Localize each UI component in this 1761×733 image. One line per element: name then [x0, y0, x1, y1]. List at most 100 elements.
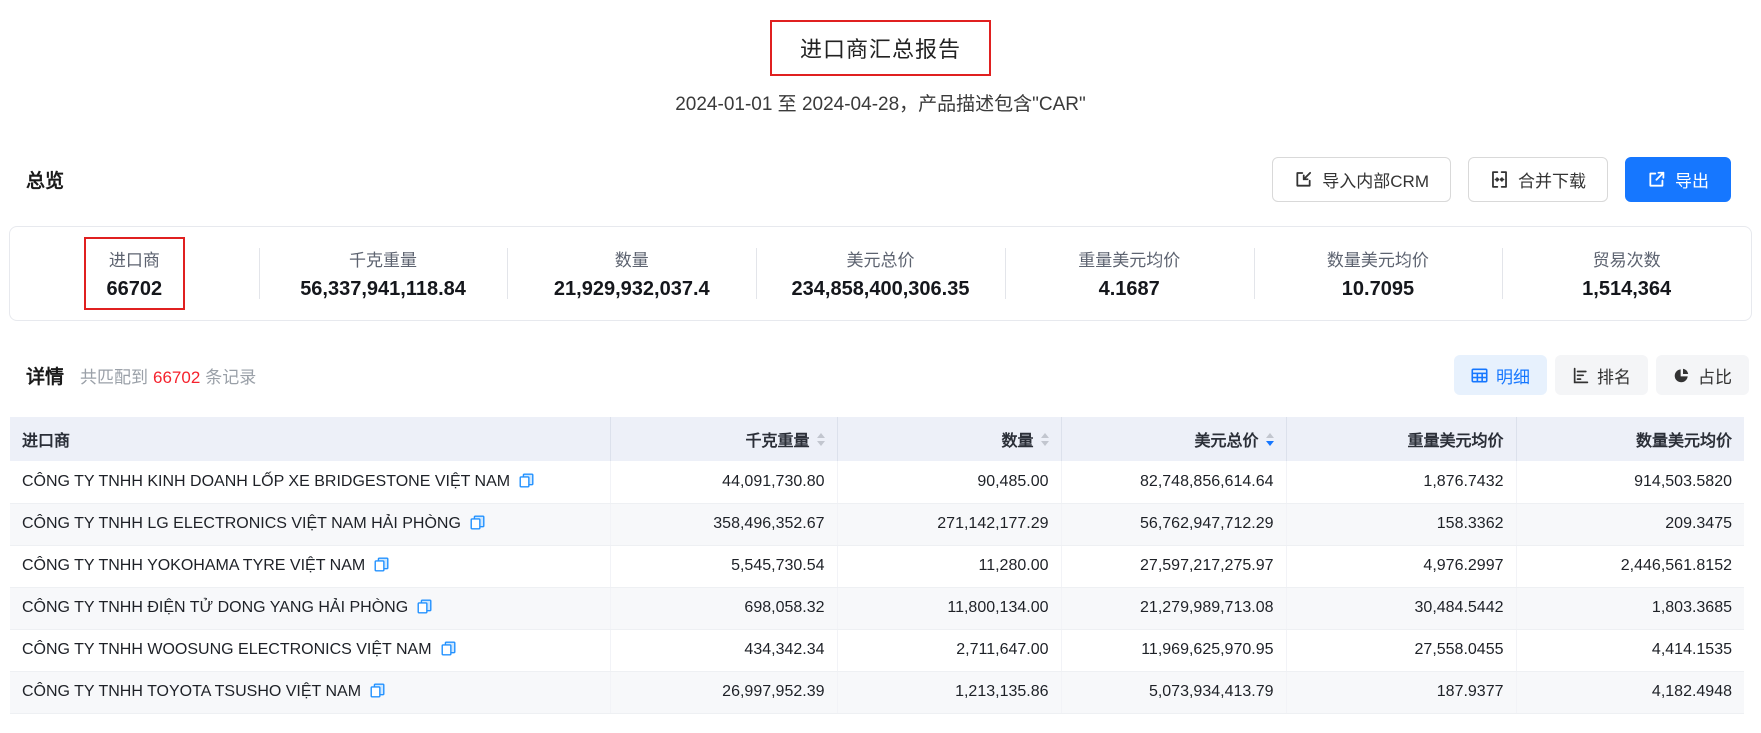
copy-icon[interactable] [441, 641, 456, 656]
col-label: 进口商 [22, 427, 70, 451]
quantity-cell: 90,485.00 [837, 461, 1061, 503]
importer-cell: CÔNG TY TNHH LG ELECTRONICS VIỆT NAM HẢI… [10, 503, 610, 545]
col-header-usd-per-qty: 数量美元均价 [1516, 417, 1744, 461]
sort-caret-icon [1041, 433, 1049, 446]
stat-label: 美元总价 [846, 246, 914, 271]
stat-label: 数量美元均价 [1327, 246, 1429, 271]
copy-icon[interactable] [374, 557, 389, 572]
match-count: 66702 [153, 368, 200, 387]
stat-trade-count: 贸易次数 1,514,364 [1502, 227, 1751, 320]
col-label: 数量 [1001, 427, 1033, 451]
usd-per-qty-cell: 914,503.5820 [1516, 461, 1744, 503]
merge-cells-icon [1490, 170, 1509, 189]
stat-value: 66702 [107, 278, 163, 301]
usd-per-weight-cell: 158.3362 [1286, 503, 1516, 545]
view-tabs: 明细 排名 占比 [1454, 355, 1749, 395]
table-grid-icon [1471, 367, 1488, 384]
import-crm-button[interactable]: 导入内部CRM [1272, 157, 1451, 202]
stat-label: 重量美元均价 [1078, 246, 1180, 271]
page-title: 进口商汇总报告 [800, 32, 961, 64]
stat-value: 4.1687 [1099, 278, 1160, 301]
importer-name: CÔNG TY TNHH YOKOHAMA TYRE VIỆT NAM [22, 557, 365, 574]
usd-total-cell: 5,073,934,413.79 [1061, 671, 1286, 713]
tab-proportion-label: 占比 [1698, 363, 1732, 388]
stat-value: 234,858,400,306.35 [792, 278, 970, 301]
tab-detail-label: 明细 [1496, 363, 1530, 388]
quantity-cell: 11,800,134.00 [837, 587, 1061, 629]
stat-label: 进口商 [109, 246, 160, 271]
importer-table: 进口商 千克重量 数量 美元总价 重量美元均价 数量美元均价 [10, 417, 1744, 714]
usd-per-weight-cell: 27,558.0455 [1286, 629, 1516, 671]
col-label: 重量美元均价 [1407, 427, 1503, 451]
col-header-usd-total[interactable]: 美元总价 [1061, 417, 1286, 461]
title-annotation-box: 进口商汇总报告 [770, 20, 991, 76]
table-row: CÔNG TY TNHH ĐIỆN TỬ DONG YANG HẢI PHÒNG… [10, 587, 1744, 629]
match-summary: 共匹配到66702条记录 [80, 363, 256, 388]
copy-icon[interactable] [370, 683, 385, 698]
copy-icon[interactable] [417, 599, 432, 614]
stat-value: 1,514,364 [1582, 278, 1671, 301]
kg-weight-cell: 44,091,730.80 [610, 461, 837, 503]
usd-total-cell: 27,597,217,275.97 [1061, 545, 1286, 587]
col-header-usd-per-weight: 重量美元均价 [1286, 417, 1516, 461]
importer-name: CÔNG TY TNHH ĐIỆN TỬ DONG YANG HẢI PHÒNG [22, 599, 408, 616]
stat-annotation-box: 进口商 66702 [84, 237, 186, 310]
pie-chart-icon [1673, 367, 1690, 384]
usd-per-qty-cell: 4,182.4948 [1516, 671, 1744, 713]
usd-per-qty-cell: 1,803.3685 [1516, 587, 1744, 629]
kg-weight-cell: 358,496,352.67 [610, 503, 837, 545]
table-row: CÔNG TY TNHH LG ELECTRONICS VIỆT NAM HẢI… [10, 503, 1744, 545]
importer-name: CÔNG TY TNHH KINH DOANH LỐP XE BRIDGESTO… [22, 473, 510, 490]
importer-cell: CÔNG TY TNHH WOOSUNG ELECTRONICS VIỆT NA… [10, 629, 610, 671]
overview-stats-card: 进口商 66702 千克重量 56,337,941,118.84 数量 21,9… [9, 226, 1752, 321]
kg-weight-cell: 26,997,952.39 [610, 671, 837, 713]
export-label: 导出 [1675, 167, 1709, 192]
copy-icon[interactable] [470, 515, 485, 530]
report-title-row: 进口商汇总报告 [0, 20, 1761, 76]
merge-download-button[interactable]: 合并下载 [1468, 157, 1608, 202]
kg-weight-cell: 434,342.34 [610, 629, 837, 671]
merge-download-label: 合并下载 [1518, 167, 1586, 192]
import-arrow-icon [1294, 170, 1313, 189]
table-row: CÔNG TY TNHH YOKOHAMA TYRE VIỆT NAM 5,54… [10, 545, 1744, 587]
col-label: 千克重量 [745, 427, 809, 451]
table-row: CÔNG TY TNHH WOOSUNG ELECTRONICS VIỆT NA… [10, 629, 1744, 671]
col-label: 数量美元均价 [1636, 427, 1732, 451]
stat-kg-weight: 千克重量 56,337,941,118.84 [259, 227, 508, 320]
importer-cell: CÔNG TY TNHH KINH DOANH LỐP XE BRIDGESTO… [10, 461, 610, 503]
importer-name: CÔNG TY TNHH TOYOTA TSUSHO VIỆT NAM [22, 683, 361, 700]
stat-label: 数量 [615, 246, 649, 271]
copy-icon[interactable] [519, 473, 534, 488]
col-label: 美元总价 [1194, 427, 1258, 451]
ranking-bars-icon [1572, 367, 1589, 384]
stat-quantity: 数量 21,929,932,037.4 [507, 227, 756, 320]
usd-per-weight-cell: 187.9377 [1286, 671, 1516, 713]
col-header-kg-weight[interactable]: 千克重量 [610, 417, 837, 461]
sort-caret-icon-active [1266, 433, 1274, 446]
usd-total-cell: 56,762,947,712.29 [1061, 503, 1286, 545]
quantity-cell: 2,711,647.00 [837, 629, 1061, 671]
usd-total-cell: 21,279,989,713.08 [1061, 587, 1286, 629]
table-row: CÔNG TY TNHH KINH DOANH LỐP XE BRIDGESTO… [10, 461, 1744, 503]
usd-per-qty-cell: 209.3475 [1516, 503, 1744, 545]
details-section-title: 详情 [26, 362, 64, 389]
quantity-cell: 1,213,135.86 [837, 671, 1061, 713]
tab-proportion[interactable]: 占比 [1656, 355, 1749, 395]
kg-weight-cell: 698,058.32 [610, 587, 837, 629]
import-crm-label: 导入内部CRM [1322, 167, 1429, 192]
export-arrow-icon [1647, 170, 1666, 189]
match-suffix: 条记录 [205, 368, 256, 387]
tab-detail[interactable]: 明细 [1454, 355, 1547, 395]
usd-per-weight-cell: 1,876.7432 [1286, 461, 1516, 503]
tab-ranking[interactable]: 排名 [1555, 355, 1648, 395]
usd-per-weight-cell: 30,484.5442 [1286, 587, 1516, 629]
stat-usd-per-qty: 数量美元均价 10.7095 [1254, 227, 1503, 320]
col-header-quantity[interactable]: 数量 [837, 417, 1061, 461]
kg-weight-cell: 5,545,730.54 [610, 545, 837, 587]
quantity-cell: 271,142,177.29 [837, 503, 1061, 545]
export-button[interactable]: 导出 [1625, 157, 1731, 202]
importer-cell: CÔNG TY TNHH YOKOHAMA TYRE VIỆT NAM [10, 545, 610, 587]
table-body: CÔNG TY TNHH KINH DOANH LỐP XE BRIDGESTO… [10, 461, 1744, 713]
col-header-importer: 进口商 [10, 417, 610, 461]
overview-bar: 总览 导入内部CRM 合并下载 导出 [26, 156, 1731, 202]
